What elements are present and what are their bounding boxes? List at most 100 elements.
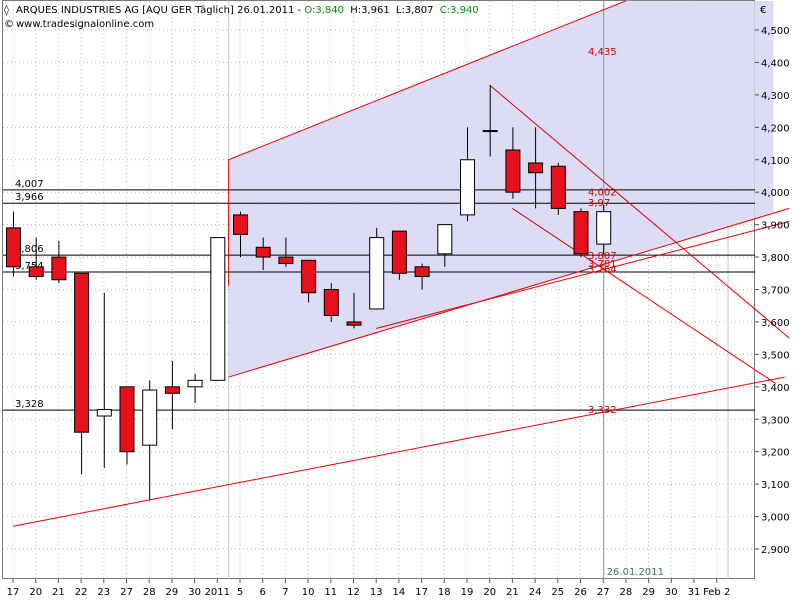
y-tick-label: 3,600 [761,318,790,329]
candle-body-up[interactable] [369,237,385,310]
x-tick-label: 2011 [205,587,230,598]
y-tick-label: 4,500 [761,26,790,37]
x-tick-label: 13 [370,587,383,598]
candle-body-up[interactable] [596,211,612,245]
x-tick-label: 27 [597,587,610,598]
y-tick-label: 3,300 [761,415,790,426]
trend-value-label: 3,332 [588,405,617,416]
x-tick-label: 31 [688,587,701,598]
y-tick-label: 4,200 [761,123,790,134]
candle-body-up[interactable] [460,159,475,216]
x-tick-label: 28 [620,587,633,598]
x-tick-label: 28 [143,587,156,598]
level-label: 4,007 [15,179,44,190]
candle[interactable] [573,208,589,258]
candle-body-up[interactable] [482,130,498,133]
candle-body-down[interactable] [6,227,21,268]
trend-value-label: 3,97 [588,198,610,209]
x-tick-label: 17 [7,587,20,598]
y-tick-label: 4,000 [761,188,790,199]
candle[interactable] [550,162,566,215]
x-tick-label: 29 [166,587,179,598]
candle-body-down[interactable] [414,266,430,278]
candle-body-up[interactable] [96,409,112,417]
x-tick-label: 26 [574,587,587,598]
high-value: H:3,961 [350,5,390,16]
candle-body-down[interactable] [346,321,362,326]
trend-value-label: 3,764 [588,265,617,276]
x-tick-label: 18 [438,587,451,598]
candle-body-down[interactable] [28,266,44,278]
chart-title: ARQUES INDUSTRIES AG [AQU GER Täglich] 2… [16,5,304,16]
x-tick-label: 11 [324,587,337,598]
candle-body-up[interactable] [210,237,226,381]
candle-body-down[interactable] [255,246,271,258]
x-tick-label: Feb 2 [703,587,730,598]
candle[interactable] [369,227,385,310]
x-tick-label: 19 [461,587,474,598]
x-tick-label: 21 [52,587,65,598]
svg-text:ARQUES INDUSTRIES AG [AQU GER: ARQUES INDUSTRIES AG [AQU GER Täglich] 2… [16,5,479,16]
candle-body-down[interactable] [573,211,589,255]
candle-body-up[interactable] [142,389,158,446]
candle-body-up[interactable] [187,379,203,388]
candle[interactable] [210,237,226,381]
x-axis: 17 20 21 22 23 27 28 29 30 2011 5 6 7 10 11 12 13 14 17 18 1… [7,579,730,598]
candle-body-down[interactable] [74,272,90,433]
x-tick-label: 30 [188,587,201,598]
website-label[interactable]: www.tradesignalonline.com [16,19,154,30]
y-tick-label: 3,900 [761,221,790,232]
y-tick-label: 3,200 [761,448,790,459]
candle-body-down[interactable] [278,256,294,265]
x-tick-label: 20 [483,587,496,598]
x-tick-label: 7 [282,587,288,598]
x-tick-label: 6 [260,587,266,598]
candle-body-down[interactable] [164,386,180,394]
x-tick-label: 17 [415,587,428,598]
candle-body-down[interactable] [323,289,339,316]
x-tick-label: 10 [302,587,315,598]
candle[interactable] [391,230,407,280]
close-value: C:3,940 [440,5,479,16]
x-tick-label: 24 [529,587,542,598]
diamond-icon[interactable]: ◊ [4,4,9,16]
cursor-date-label: 26.01.2011 [607,567,664,578]
x-tick-label: 27 [120,587,133,598]
y-tick-label: 3,800 [761,253,790,264]
y-tick-label: 3,100 [761,480,790,491]
candle-body-down[interactable] [119,386,135,453]
x-tick-label: 20 [29,587,42,598]
x-tick-label: 22 [75,587,88,598]
trend-value-label: 4,435 [588,47,617,58]
currency-label: € [760,5,766,16]
candle-body-down[interactable] [51,256,67,281]
y-tick-label: 3,000 [761,513,790,524]
y-tick-label: 3,500 [761,350,790,361]
x-tick-label: 23 [97,587,110,598]
y-tick-label: 3,400 [761,383,790,394]
y-tick-label: 4,100 [761,156,790,167]
candle-body-down[interactable] [505,149,521,193]
open-value: O:3,840 [304,5,344,16]
level-label: 3,966 [15,192,44,203]
y-tick-label: 3,700 [761,286,790,297]
candle-body-up[interactable] [437,224,453,255]
trend-value-label: 4,002 [588,188,617,199]
y-tick-label: 2,900 [761,545,790,556]
low-value: L:3,807 [396,5,434,16]
x-tick-label: 30 [665,587,678,598]
candle-body-down[interactable] [550,165,566,209]
x-tick-label: 14 [393,587,406,598]
x-tick-label: 12 [347,587,360,598]
x-tick-label: 21 [506,587,519,598]
level-label: 3,328 [15,399,44,410]
candle-body-down[interactable] [301,259,317,294]
y-tick-label: 4,300 [761,91,790,102]
x-tick-label: 29 [642,587,655,598]
candle-body-down[interactable] [391,230,407,274]
price-chart[interactable]: 4,0073,9663,8063,7543,32826.01.2011 4,43… [0,0,800,600]
candle-body-down[interactable] [233,214,248,235]
candle-body-down[interactable] [528,162,544,174]
x-tick-label: 5 [237,587,243,598]
y-tick-label: 4,400 [761,58,790,69]
